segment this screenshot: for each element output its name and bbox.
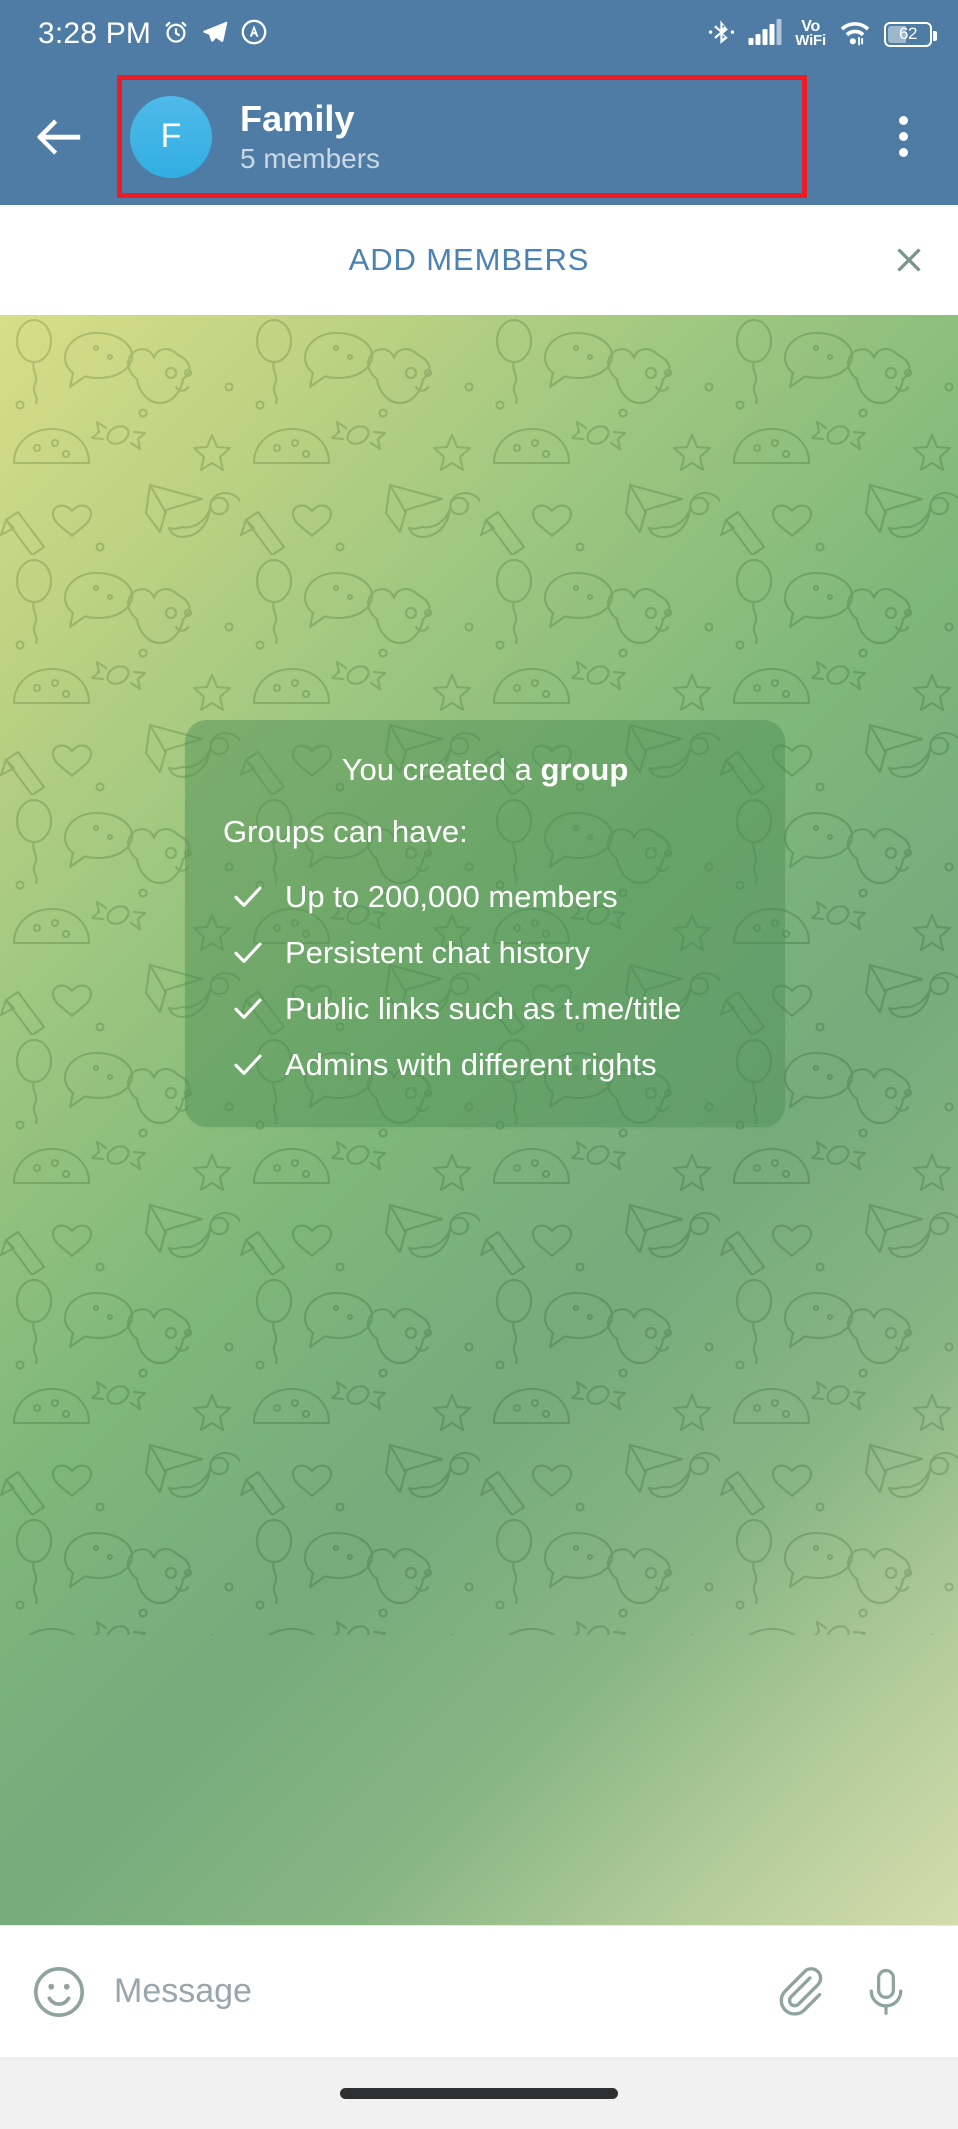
chat-area: You created a group Groups can have: Up … [0,315,958,1925]
check-icon [233,1053,263,1077]
feature-item: Public links such as t.me/title [219,981,751,1037]
chat-subtitle: 5 members [240,142,381,174]
check-icon [233,997,263,1021]
feature-label: Persistent chat history [285,935,590,971]
telegram-send-icon [201,18,229,51]
feature-item: Up to 200,000 members [219,869,751,925]
paperclip-icon [779,1966,823,2016]
chat-header: F Family 5 members [0,68,958,205]
alarm-icon [162,18,190,51]
overflow-menu-icon [898,132,908,141]
feature-label: Public links such as t.me/title [285,991,682,1027]
cellular-signal-icon [748,18,782,51]
phone-screen: 3:28 PM Vo WiFi 62 F Family 5 members AD… [0,0,958,2129]
status-bar-left: 3:28 PM [38,18,268,51]
avatar: F [130,95,212,178]
group-info-card: You created a group Groups can have: Up … [185,720,785,1128]
feature-item: Admins with different rights [219,1037,751,1093]
feature-label: Up to 200,000 members [285,879,618,915]
emoji-button[interactable] [22,1955,96,2029]
chat-info-button[interactable]: F Family 5 members [117,68,848,205]
system-navigation-bar [0,2057,958,2129]
adguard-icon [240,18,268,51]
add-members-bar: ADD MEMBERS [0,205,958,315]
overflow-menu-button[interactable] [848,68,958,205]
overflow-menu-icon [898,116,908,125]
microphone-icon [869,1968,903,2015]
close-icon [897,248,921,272]
check-icon [233,941,263,965]
card-title-bold: group [540,752,629,787]
overflow-menu-icon [898,148,908,157]
battery-level: 62 [898,24,918,43]
wifi-icon [839,18,871,51]
header-titles: Family 5 members [240,98,380,175]
home-gesture-pill[interactable] [340,2087,618,2099]
battery-icon: 62 [884,21,937,47]
status-bar: 3:28 PM Vo WiFi 62 [0,0,958,68]
add-members-button[interactable]: ADD MEMBERS [0,242,860,278]
card-title: You created a group [219,750,751,790]
feature-item: Persistent chat history [219,925,751,981]
bluetooth-icon [708,17,735,51]
card-subtitle: Groups can have: [223,814,468,850]
feature-label: Admins with different rights [285,1047,657,1083]
chat-title: Family [240,98,355,140]
close-add-members-button[interactable] [860,205,958,315]
back-button[interactable] [0,68,117,205]
status-bar-clock: 3:28 PM [38,17,152,50]
vowifi-line-2: WiFi [795,32,826,50]
voice-record-button[interactable] [844,1950,928,2034]
back-arrow-icon [36,118,80,155]
card-title-prefix: You created a [341,752,541,787]
check-icon [233,885,263,909]
message-input-bar [0,1925,958,2057]
message-input[interactable] [96,1972,760,2011]
attach-button[interactable] [760,1950,844,2034]
status-bar-right: Vo WiFi 62 [708,17,937,51]
vowifi-icon: Vo WiFi [795,19,826,50]
avatar-initial: F [160,117,182,155]
emoji-smiley-icon [33,1966,85,2017]
